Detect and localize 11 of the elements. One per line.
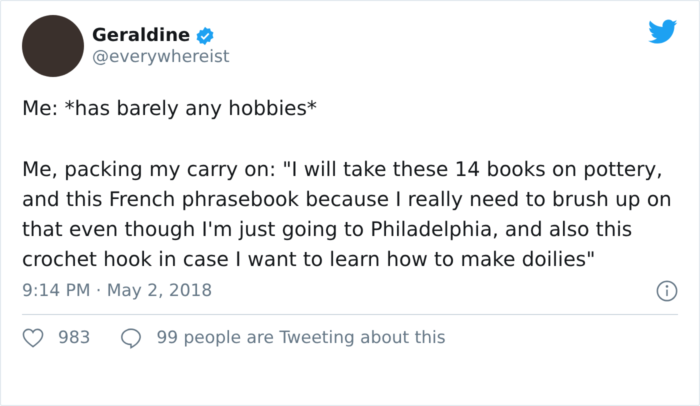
author-handle[interactable]: @everywhereist xyxy=(92,47,640,67)
speech-bubble-icon[interactable] xyxy=(120,327,142,349)
timestamp[interactable]: 9:14 PM · May 2, 2018 xyxy=(22,281,212,301)
author-name[interactable]: Geraldine xyxy=(92,25,190,46)
like-count[interactable]: 983 xyxy=(58,328,90,348)
reply-summary[interactable]: 99 people are Tweeting about this xyxy=(156,328,446,348)
tweet-text: Me: *has barely any hobbies* xyxy=(22,95,318,122)
bird-logo-icon[interactable] xyxy=(648,19,678,45)
heart-icon[interactable] xyxy=(22,328,44,348)
info-icon[interactable] xyxy=(656,280,678,302)
tweet-text: Me, packing my carry on: "I will take these 14 books on pottery, and this French phrasebook because I really need to brush up on that even though I'm just going to Philadelphia, and also this crochet hook in case I want to learn how to make doilies" xyxy=(22,156,673,273)
